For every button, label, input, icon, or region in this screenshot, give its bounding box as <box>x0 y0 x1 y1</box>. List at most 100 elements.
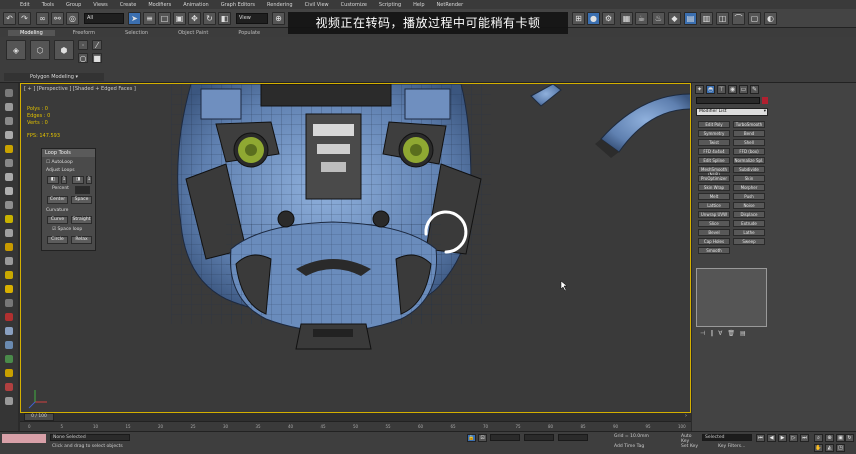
spacewarp-icon[interactable] <box>5 187 13 195</box>
modifier-button[interactable]: Slice <box>698 220 730 227</box>
unlink-icon[interactable]: ⚯ <box>51 12 64 25</box>
add-time-tag-button[interactable]: Add Time Tag <box>612 444 668 451</box>
menu-item[interactable]: Graph Editors <box>221 2 255 8</box>
sun-icon[interactable] <box>5 215 13 223</box>
pivot-icon[interactable]: ⊕ <box>272 12 285 25</box>
circle-button[interactable]: Circle <box>47 236 68 244</box>
cloth-icon[interactable] <box>5 341 13 349</box>
window-crossing-icon[interactable]: ▣ <box>173 12 186 25</box>
menu-item[interactable]: NetRender <box>437 2 464 8</box>
modify-mode-icon[interactable]: ⬡ <box>30 40 50 60</box>
modifier-button[interactable]: Skin Wrap <box>698 184 730 191</box>
time-slider-thumb[interactable]: 0 / 100 <box>24 413 54 421</box>
display-panel-icon[interactable]: ▭ <box>739 85 748 94</box>
viewport-label[interactable]: [ + ] [Perspective ] [Shaded + Edged Fac… <box>24 86 136 92</box>
teapot-icon[interactable]: ♨ <box>652 12 665 25</box>
curve-button[interactable]: Curve <box>47 216 68 224</box>
bind-icon[interactable]: ◎ <box>66 12 79 25</box>
modifier-button[interactable]: FFD (box) <box>733 148 765 155</box>
rotate-icon[interactable]: ↻ <box>203 12 216 25</box>
straight-button[interactable]: Straight <box>71 216 92 224</box>
menu-item[interactable]: Create <box>120 2 137 8</box>
tab-freeform[interactable]: Freeform <box>61 30 107 36</box>
configure-sets-icon[interactable]: ▤ <box>740 330 746 338</box>
border-mode-icon[interactable]: ○ <box>78 53 88 63</box>
render-frame-icon[interactable]: ▦ <box>620 12 633 25</box>
modifier-button[interactable]: Melt <box>698 193 730 200</box>
hierarchy-panel-icon[interactable]: ⊤ <box>717 85 726 94</box>
modifier-button[interactable]: Push <box>733 193 765 200</box>
selection-filter-dropdown[interactable]: All <box>84 13 124 24</box>
modifier-list-dropdown[interactable]: Modifier List ▾ <box>696 108 768 116</box>
sphere-icon[interactable] <box>5 229 13 237</box>
modify-panel-icon[interactable]: ◓ <box>706 85 715 94</box>
camera-icon[interactable] <box>5 159 13 167</box>
adjust-right-spinner[interactable]: 1 <box>86 176 92 184</box>
menu-item[interactable]: Edit <box>20 2 30 8</box>
motion-icon[interactable] <box>5 131 13 139</box>
tab-selection[interactable]: Selection <box>113 30 160 36</box>
rectangle-region-icon[interactable]: □ <box>158 12 171 25</box>
hair-icon[interactable] <box>5 327 13 335</box>
maximize-viewport-icon[interactable]: ▣ <box>836 434 845 442</box>
go-to-start-icon[interactable]: ⏮ <box>756 434 765 442</box>
center-button[interactable]: Center <box>47 196 68 204</box>
region-zoom-icon[interactable]: ◳ <box>836 444 845 452</box>
modifier-button[interactable]: Edit Poly <box>698 121 730 128</box>
perspective-viewport[interactable]: [ + ] [Perspective ] [Shaded + Edged Fac… <box>20 83 691 413</box>
motion-panel-icon[interactable]: ◉ <box>728 85 737 94</box>
percent-spinner[interactable] <box>75 186 90 194</box>
grass-icon[interactable] <box>5 355 13 363</box>
modifier-button[interactable]: Normalize Spl. <box>733 157 765 164</box>
modifier-button[interactable]: Subdivide <box>733 166 765 173</box>
ribbon-panel-label[interactable]: Polygon Modeling ▾ <box>4 73 104 81</box>
space-button[interactable]: Space <box>71 196 92 204</box>
y-coordinate-field[interactable] <box>524 434 554 441</box>
reference-coordinate-dropdown[interactable]: View <box>236 13 268 24</box>
modifier-button[interactable]: Noise <box>733 202 765 209</box>
edit-mode-icon[interactable]: ⬢ <box>54 40 74 60</box>
object-name-field[interactable] <box>696 97 760 104</box>
schematic-view-icon[interactable]: ⊞ <box>572 12 585 25</box>
loop-tools-dialog[interactable]: Loop Tools ☐ AutoLoop Adjust Loops ◧ 1 ◨… <box>41 148 96 251</box>
menu-item[interactable]: Tools <box>42 2 54 8</box>
light-icon[interactable] <box>5 145 13 153</box>
track-bar[interactable]: 0 5 10 15 20 25 30 35 40 45 50 55 60 65 70 75 80 85 90 95 10… <box>20 421 691 431</box>
redo-icon[interactable]: ↷ <box>18 12 31 25</box>
menu-item[interactable]: Scripting <box>379 2 401 8</box>
link-icon[interactable]: ∞ <box>36 12 49 25</box>
curve-editor-icon[interactable]: ⌒ <box>732 12 745 25</box>
absolute-mode-icon[interactable]: ⊡ <box>478 434 487 442</box>
time-slider[interactable]: 0 / 100 › <box>20 413 691 421</box>
adjust-right-button[interactable]: ◨ <box>72 176 84 184</box>
create-panel-icon[interactable]: ✦ <box>695 85 704 94</box>
adjust-left-button[interactable]: ◧ <box>47 176 59 184</box>
menu-item[interactable]: Civil View <box>305 2 329 8</box>
remove-modifier-icon[interactable]: 🗑 <box>727 330 735 338</box>
render-setup-icon[interactable]: ⚙ <box>602 12 615 25</box>
modifier-button[interactable]: Edit Spline <box>698 157 730 164</box>
tab-object-paint[interactable]: Object Paint <box>166 30 220 36</box>
previous-frame-icon[interactable]: ◀ <box>767 434 776 442</box>
menu-item[interactable]: Help <box>413 2 424 8</box>
play-icon[interactable]: ▶ <box>778 434 787 442</box>
modifier-button[interactable]: Bevel <box>698 229 730 236</box>
modifier-button[interactable]: Morpher <box>733 184 765 191</box>
layer-manager-icon[interactable]: ◫ <box>716 12 729 25</box>
particle-icon[interactable] <box>5 313 13 321</box>
scale-icon[interactable]: ◧ <box>218 12 231 25</box>
viewport-layout-icon[interactable]: ▤ <box>684 12 697 25</box>
modifier-button[interactable]: Extrude <box>733 220 765 227</box>
torus-icon[interactable] <box>5 271 13 279</box>
auto-key-label[interactable]: Auto Key <box>679 434 701 444</box>
helper-icon[interactable] <box>5 173 13 181</box>
undo-icon[interactable]: ↶ <box>3 12 16 25</box>
make-unique-icon[interactable]: ∀ <box>718 330 722 338</box>
utilities-panel-icon[interactable]: ✎ <box>750 85 759 94</box>
modifier-button[interactable]: MeshSmooth (NUR) <box>698 166 730 177</box>
z-coordinate-field[interactable] <box>558 434 588 441</box>
bulb-icon[interactable] <box>5 369 13 377</box>
zoom-all-icon[interactable]: ⊕ <box>825 434 834 442</box>
misc-tool-icon[interactable] <box>5 397 13 405</box>
plane-icon[interactable] <box>5 299 13 307</box>
